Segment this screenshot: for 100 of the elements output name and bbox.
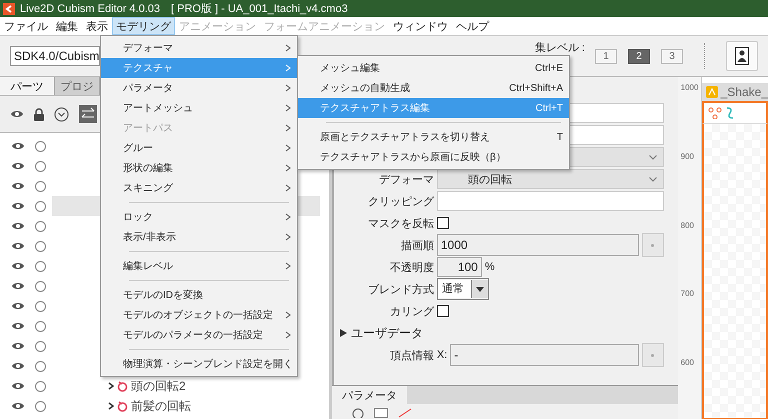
canvas-area[interactable] [702, 123, 768, 419]
menu-item[interactable]: スキニング [101, 178, 297, 198]
text-field[interactable] [436, 191, 664, 211]
tree-item-label[interactable]: 頭の回転2 [131, 378, 186, 394]
expand-chevron-icon[interactable] [108, 402, 114, 410]
menu-bar-item[interactable]: 表示 [82, 17, 112, 35]
circle-toggle-icon[interactable] [35, 280, 46, 292]
circle-toggle-icon[interactable] [35, 160, 46, 172]
eye-icon[interactable] [11, 401, 25, 411]
eye-icon[interactable] [11, 221, 25, 231]
menu-bar-item[interactable]: 編集 [52, 17, 82, 35]
field-label: マスクを反転 [366, 216, 434, 230]
menu-item[interactable]: メッシュの自動生成 Ctrl+Shift+A [298, 78, 569, 98]
lock-icon[interactable] [34, 108, 44, 120]
dot-icon [651, 354, 654, 356]
dropdown-arrow-icon[interactable] [476, 286, 484, 292]
checkbox[interactable] [436, 305, 449, 317]
mesh-icon[interactable] [708, 107, 722, 119]
eye-icon[interactable] [11, 301, 25, 311]
eye-icon[interactable] [11, 321, 25, 331]
panel-tab[interactable]: パラメータ [332, 386, 407, 404]
eye-icon[interactable] [10, 109, 24, 119]
menu-bar-item[interactable]: ヘルプ [452, 17, 493, 35]
chevron-down-icon [648, 176, 657, 182]
circle-toggle-icon[interactable] [35, 320, 46, 332]
blend-dropdown[interactable]: 通常 [436, 278, 489, 300]
eye-icon[interactable] [11, 241, 25, 251]
menu-item[interactable]: モデルのパラメータの一括設定 [101, 325, 297, 345]
number-field[interactable]: 1000 [436, 234, 639, 256]
eye-icon[interactable] [11, 341, 25, 351]
menu-item[interactable]: 形状の編集 [101, 158, 297, 178]
eye-icon[interactable] [11, 201, 25, 211]
circle-toggle-icon[interactable] [35, 220, 46, 232]
menu-item[interactable]: グルー [101, 138, 297, 158]
canvas-tab[interactable]: _Shake_ [702, 83, 768, 101]
circle-toggle-icon[interactable] [35, 200, 46, 212]
edit-level-button[interactable]: 2 [628, 48, 650, 64]
axis-label: X: [436, 349, 448, 361]
checkbox[interactable] [436, 217, 449, 229]
field-label: 描画順 [400, 238, 434, 252]
rotation-deformer-icon [117, 380, 128, 392]
dropdown[interactable]: 頭の回転 [436, 169, 664, 189]
circle-toggle-icon[interactable] [35, 380, 46, 392]
menu-item[interactable]: モデルのIDを変換 [101, 285, 297, 305]
menu-item[interactable]: 編集レベル [101, 256, 297, 276]
menu-item[interactable]: パラメータ [101, 78, 297, 98]
unit-label: % [484, 261, 495, 273]
section-label: ユーザデータ [350, 324, 423, 342]
app-logo-icon [3, 2, 15, 14]
menu-bar-item[interactable]: モデリング [112, 17, 175, 35]
number-field[interactable]: 100 [436, 257, 482, 277]
preset-dropdown[interactable]: SDK4.0/Cubism [10, 46, 100, 66]
menu-item[interactable]: アートメッシュ [101, 98, 297, 118]
eye-icon[interactable] [11, 141, 25, 151]
menu-item[interactable]: ロック [101, 207, 297, 227]
field-label: カリング [388, 304, 434, 318]
field-label: 頂点情報 [388, 348, 434, 362]
collapse-circle-icon[interactable] [54, 106, 69, 122]
menu-item[interactable]: テクスチャアトラスから原画に反映（β） [298, 147, 569, 167]
circle-toggle-icon[interactable] [35, 240, 46, 252]
menu-bar-item[interactable]: ファイル [0, 17, 52, 35]
field-label: クリッピング [366, 194, 434, 208]
menu-item[interactable]: デフォーマ [101, 38, 297, 58]
expand-chevron-icon[interactable] [108, 382, 114, 390]
dot-button[interactable] [642, 343, 664, 367]
circle-toggle-icon[interactable] [35, 180, 46, 192]
person-button[interactable] [726, 41, 758, 71]
panel-tab[interactable]: プロジ [55, 77, 100, 95]
eye-icon[interactable] [11, 381, 25, 391]
window-title: Live2D Cubism Editor 4.0.03 [ PRO版 ] - UA_001_Itachi_v4.cmo3 [20, 2, 348, 16]
menu-item[interactable]: 原画とテクスチャアトラスを切り替え T [298, 127, 569, 147]
chevron-down-icon [648, 154, 657, 160]
eye-icon[interactable] [11, 161, 25, 171]
vertex-field[interactable]: - [450, 344, 639, 366]
circle-toggle-icon[interactable] [35, 360, 46, 372]
circle-toggle-icon[interactable] [35, 340, 46, 352]
edit-level-button[interactable]: 1 [595, 48, 617, 64]
circle-toggle-icon[interactable] [35, 300, 46, 312]
menu-bar-item[interactable]: ウィンドウ [389, 17, 452, 35]
menu-item[interactable]: メッシュ編集 Ctrl+E [298, 58, 569, 78]
menu-item[interactable]: 表示/非表示 [101, 227, 297, 247]
menu-item[interactable]: 物理演算・シーンブレンド設定を開く [101, 354, 297, 374]
panel-tab[interactable]: パーツ [0, 77, 55, 95]
eye-icon[interactable] [11, 181, 25, 191]
expand-triangle-icon[interactable] [340, 329, 347, 337]
field-label: デフォーマ [378, 172, 434, 186]
swap-icon[interactable] [79, 105, 97, 123]
eye-icon[interactable] [11, 261, 25, 271]
eye-icon[interactable] [11, 281, 25, 291]
tree-item-label[interactable]: 前髪の回転 [131, 398, 191, 414]
menu-item[interactable]: モデルのオブジェクトの一括設定 [101, 305, 297, 325]
circle-toggle-icon[interactable] [35, 400, 46, 412]
circle-toggle-icon[interactable] [35, 260, 46, 272]
edit-level-button[interactable]: 3 [661, 48, 683, 64]
eye-icon[interactable] [11, 361, 25, 371]
circle-toggle-icon[interactable] [35, 140, 46, 152]
vertical-ruler: 1000 900 800 700 600 [678, 77, 702, 419]
model-file-icon [706, 86, 718, 98]
dot-button[interactable] [642, 233, 664, 257]
field-label: 不透明度 [388, 260, 434, 274]
